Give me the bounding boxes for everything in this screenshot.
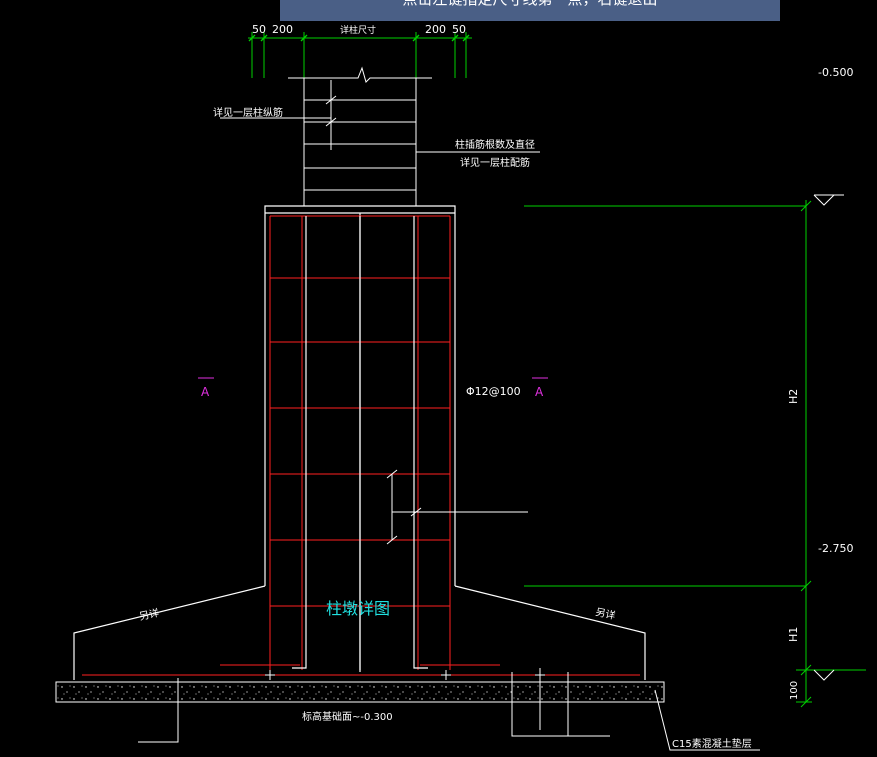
- top-dimension-chain: [248, 32, 472, 78]
- dim-column-size: 详柱尺寸: [340, 24, 376, 36]
- cad-drawing-canvas[interactable]: 50 200 详柱尺寸 200 50 详见一层柱纵筋 柱插筋根数及直径 详见一层…: [0, 0, 877, 757]
- note-see-first-floor-reinforcement: 详见一层柱配筋: [460, 156, 530, 169]
- elevation-symbol-top: [813, 194, 844, 206]
- stirrup-leader: [386, 469, 528, 545]
- upper-column: [220, 66, 540, 206]
- section-label-right: A: [535, 385, 544, 399]
- dim-right-200: 200: [425, 23, 446, 36]
- note-dowel-count: 柱插筋根数及直径: [455, 138, 535, 151]
- dim-left-50: 50: [252, 23, 266, 36]
- cushion-layer-note: C15素混凝土垫层: [672, 737, 752, 750]
- note-see-other-right: 另详: [594, 605, 616, 622]
- dim-h1: H1: [787, 627, 800, 642]
- cushion-layer-hatch: [55, 681, 665, 703]
- elevation-symbol-bottom: [813, 669, 835, 681]
- elevation-middle: -2.750: [818, 542, 853, 555]
- dim-left-200: 200: [272, 23, 293, 36]
- note-see-first-floor-bars: 详见一层柱纵筋: [213, 106, 283, 119]
- section-mark-left[interactable]: A: [198, 377, 214, 399]
- elevation-top: -0.500: [818, 66, 853, 79]
- section-mark-right[interactable]: A: [532, 377, 548, 399]
- stirrup-spec: Φ12@100: [466, 385, 521, 398]
- foundation-top-elevation-note: 标高基础面~-0.300: [302, 710, 393, 723]
- drawing-title: 柱墩详图: [326, 599, 390, 618]
- leaders-bottom: [138, 668, 760, 751]
- dim-h2: H2: [787, 389, 800, 404]
- dim-right-50: 50: [452, 23, 466, 36]
- right-dimension-chain: [524, 200, 866, 708]
- dim-100: 100: [789, 681, 800, 700]
- section-label-left: A: [201, 385, 210, 399]
- note-see-other-left: 另详: [138, 606, 160, 623]
